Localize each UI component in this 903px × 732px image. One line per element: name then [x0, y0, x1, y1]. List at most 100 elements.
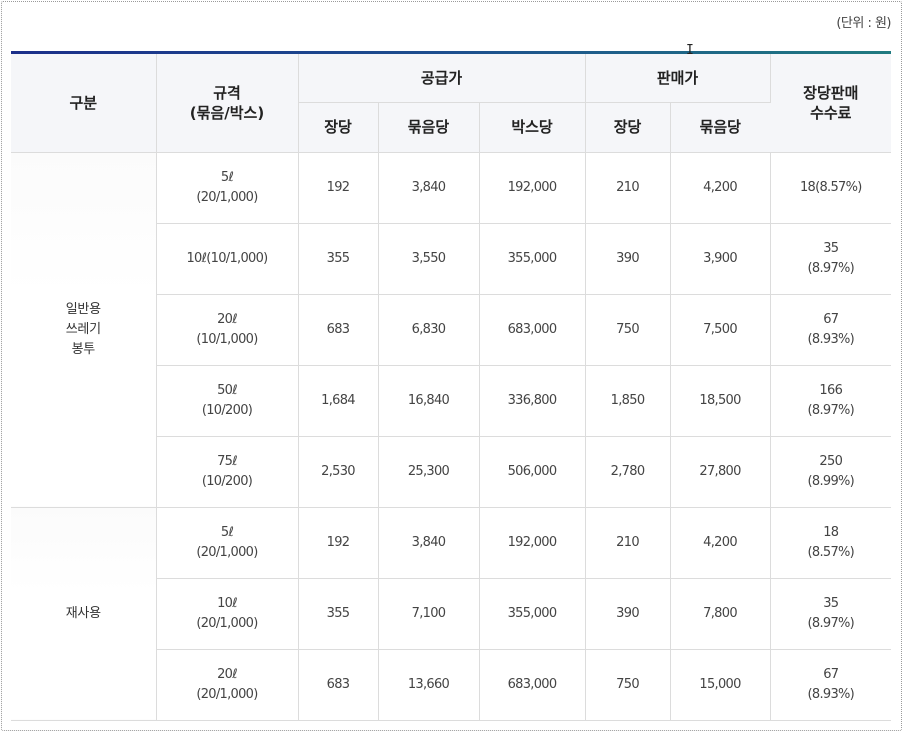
- spec-cell: 20ℓ (20/1,000): [156, 649, 299, 721]
- spec-line: (20/1,000): [196, 544, 258, 560]
- supply-per-bundle-cell: 7,100: [378, 578, 480, 650]
- supply-per-sheet-cell: 192: [298, 152, 379, 224]
- spec-line: 10ℓ: [217, 595, 238, 611]
- sale-per-bundle-cell: 7,800: [670, 578, 771, 650]
- fee-cell: 250 (8.99%): [770, 436, 892, 508]
- fee-cell: 18(8.57%): [770, 152, 892, 224]
- spec-line: (10/200): [201, 402, 253, 418]
- supply-per-bundle-cell: 16,840: [378, 365, 480, 437]
- fee-line: 18: [823, 524, 839, 540]
- header-fee: 장당판매 수수료: [770, 54, 892, 153]
- fee-line: 18(8.57%): [799, 179, 862, 195]
- supply-per-box-cell: 683,000: [479, 294, 586, 366]
- spec-line: 75ℓ: [217, 453, 238, 469]
- fee-line: (8.97%): [807, 615, 855, 631]
- supply-per-bundle-cell: 3,550: [378, 223, 480, 295]
- fee-line: (8.97%): [807, 260, 855, 276]
- supply-per-bundle-cell: 3,840: [378, 152, 480, 224]
- fee-line: (8.93%): [807, 686, 855, 702]
- header-per-sheet-sale: 장당: [585, 102, 671, 153]
- price-table: 구분 규격 (묶음/박스) 공급가 판매가 장당판매 수수료 장당 묶음당 박스…: [11, 54, 892, 721]
- fee-cell: 35 (8.97%): [770, 223, 892, 295]
- spec-cell: 20ℓ (10/1,000): [156, 294, 299, 366]
- spec-cell: 5ℓ (20/1,000): [156, 507, 299, 579]
- supply-per-sheet-cell: 355: [298, 578, 379, 650]
- fee-cell: 67 (8.93%): [770, 294, 892, 366]
- category-cell: 일반용쓰레기봉투: [11, 152, 157, 508]
- category-name-line: 일반용: [65, 301, 101, 317]
- fee-line: (8.99%): [807, 473, 855, 489]
- header-sale-price: 판매가: [585, 54, 771, 103]
- sale-per-sheet-cell: 210: [585, 152, 671, 224]
- category-name-line: 봉투: [71, 341, 96, 357]
- spec-line: (20/1,000): [196, 686, 258, 702]
- fee-line: 67: [823, 666, 839, 682]
- price-table-body: 일반용 쓰레기 봉투 5ℓ (20/1,000) 192 3,840 192,000 210 4,…: [11, 152, 892, 721]
- fee-line: 35: [823, 595, 839, 611]
- fee-line: 250: [819, 453, 843, 469]
- spec-cell: 10ℓ (20/1,000): [156, 578, 299, 650]
- fee-cell: 67 (8.93%): [770, 649, 892, 721]
- table-row: 일반용 쓰레기 봉투 5ℓ (20/1,000) 192 3,840 192,000 210 4,…: [11, 152, 892, 508]
- fee-line: (8.93%): [807, 331, 855, 347]
- sale-per-sheet-cell: 210: [585, 507, 671, 579]
- sale-per-sheet-cell: 1,850: [585, 365, 671, 437]
- spec-line: 10ℓ(10/1,000): [186, 250, 268, 266]
- header-spec-line2: (묶음/박스): [189, 103, 265, 122]
- spec-line: (10/200): [201, 473, 253, 489]
- sale-per-sheet-cell: 750: [585, 649, 671, 721]
- spec-line: 5ℓ: [220, 524, 234, 540]
- supply-per-box-cell: 355,000: [479, 223, 586, 295]
- spec-line: 50ℓ: [217, 382, 238, 398]
- fee-line: 67: [823, 311, 839, 327]
- header-spec: 규격 (묶음/박스): [156, 54, 299, 153]
- category-name-line: 재사용: [65, 605, 101, 621]
- supply-per-bundle-cell: 3,840: [378, 507, 480, 579]
- fee-cell: 166 (8.97%): [770, 365, 892, 437]
- sale-per-sheet-cell: 750: [585, 294, 671, 366]
- sale-per-bundle-cell: 7,500: [670, 294, 771, 366]
- spec-cell: 10ℓ(10/1,000): [156, 223, 299, 295]
- header-per-bundle: 묶음당: [378, 102, 480, 153]
- header-row-top: 구분 규격 (묶음/박스) 공급가 판매가 장당판매 수수료: [11, 54, 892, 153]
- header-fee-line1: 장당판매: [803, 83, 859, 102]
- supply-per-sheet-cell: 1,684: [298, 365, 379, 437]
- spec-line: 20ℓ: [217, 311, 238, 327]
- spec-line: (20/1,000): [196, 189, 258, 205]
- header-category: 구분: [11, 54, 157, 153]
- spec-cell: 50ℓ (10/200): [156, 365, 299, 437]
- supply-per-bundle-cell: 6,830: [378, 294, 480, 366]
- sale-per-bundle-cell: 15,000: [670, 649, 771, 721]
- fee-cell: 35 (8.97%): [770, 578, 892, 650]
- sale-per-sheet-cell: 390: [585, 223, 671, 295]
- supply-per-sheet-cell: 683: [298, 294, 379, 366]
- spec-line: (20/1,000): [196, 615, 258, 631]
- table-row: 재사용 5ℓ (20/1,000) 192 3,840 192,000 210 4,200 18…: [11, 507, 892, 721]
- supply-per-sheet-cell: 2,530: [298, 436, 379, 508]
- spec-cell: 75ℓ (10/200): [156, 436, 299, 508]
- sale-per-bundle-cell: 3,900: [670, 223, 771, 295]
- category-name-line: 쓰레기: [65, 321, 101, 337]
- header-per-sheet: 장당: [298, 102, 379, 153]
- sale-per-sheet-cell: 390: [585, 578, 671, 650]
- sale-per-bundle-cell: 18,500: [670, 365, 771, 437]
- fee-cell: 18(8.57%): [770, 507, 892, 579]
- supply-per-box-cell: 683,000: [479, 649, 586, 721]
- spec-line: 20ℓ: [217, 666, 238, 682]
- sale-per-bundle-cell: 4,200: [670, 507, 771, 579]
- supply-per-bundle-cell: 13,660: [378, 649, 480, 721]
- spec-line: (10/1,000): [196, 331, 258, 347]
- header-per-box: 박스당: [479, 102, 586, 153]
- sale-per-sheet-cell: 2,780: [585, 436, 671, 508]
- header-per-bundle-sale: 묶음당: [670, 102, 771, 153]
- supply-per-box-cell: 192,000: [479, 152, 586, 224]
- spec-cell: 5ℓ (20/1,000): [156, 152, 299, 224]
- sale-per-bundle-cell: 27,800: [670, 436, 771, 508]
- supply-per-sheet-cell: 192: [298, 507, 379, 579]
- fee-line: 35: [823, 240, 839, 256]
- category-cell: 재사용: [11, 507, 157, 721]
- header-fee-line2: 수수료: [810, 103, 852, 122]
- supply-per-box-cell: 336,800: [479, 365, 586, 437]
- fee-line: 166: [819, 382, 843, 398]
- header-spec-line1: 규격: [213, 83, 241, 102]
